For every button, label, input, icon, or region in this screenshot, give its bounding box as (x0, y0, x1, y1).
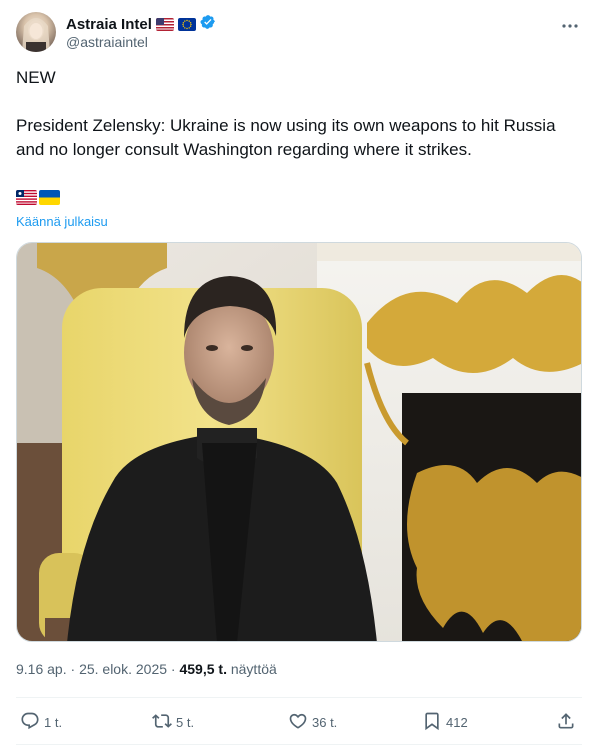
share-button[interactable] (556, 708, 576, 736)
translate-link[interactable]: Käännä julkaisu (16, 214, 108, 229)
views-count: 459,5 t. (179, 661, 227, 677)
views-label: näyttöä (230, 661, 277, 677)
avatar[interactable] (16, 12, 56, 52)
share-icon (556, 711, 576, 734)
liberia-flag-icon (16, 190, 37, 205)
eu-flag-icon (177, 17, 196, 31)
like-button[interactable]: 36 t. (288, 708, 337, 736)
reply-icon (20, 711, 40, 734)
divider (16, 744, 582, 745)
more-options-icon[interactable] (558, 16, 582, 36)
name-row: Astraia Intel (66, 14, 216, 34)
meta-separator: · (170, 661, 176, 677)
post-image[interactable] (16, 242, 582, 642)
post-time[interactable]: 9.16 ap. (16, 661, 67, 677)
emoji-flags (16, 190, 60, 205)
heart-icon (288, 711, 308, 734)
reply-button[interactable]: 1 t. (20, 708, 62, 736)
author-handle[interactable]: @astraiaintel (66, 34, 148, 50)
like-count: 36 t. (312, 714, 338, 730)
ukraine-flag-icon (39, 190, 60, 205)
us-flag-icon (155, 17, 174, 31)
bookmark-count: 412 (446, 714, 468, 730)
repost-button[interactable]: 5 t. (152, 708, 194, 736)
post-text: NEW President Zelensky: Ukraine is now u… (16, 68, 556, 159)
bookmark-icon (422, 711, 442, 734)
reply-count: 1 t. (44, 714, 63, 730)
repost-icon (152, 711, 172, 734)
display-name[interactable]: Astraia Intel (66, 16, 152, 33)
bookmark-button[interactable]: 412 (422, 708, 468, 736)
repost-count: 5 t. (176, 714, 195, 730)
post-date[interactable]: 25. elok. 2025 (79, 661, 167, 677)
divider (16, 697, 582, 698)
post-meta: 9.16 ap. · 25. elok. 2025 · 459,5 t. näy… (16, 661, 277, 677)
post-header: Astraia Intel @astraiaintel (16, 12, 582, 54)
action-bar: 1 t. 5 t. 36 t. 412 (16, 708, 582, 736)
meta-separator: · (70, 661, 76, 677)
verified-badge-icon[interactable] (200, 14, 216, 35)
